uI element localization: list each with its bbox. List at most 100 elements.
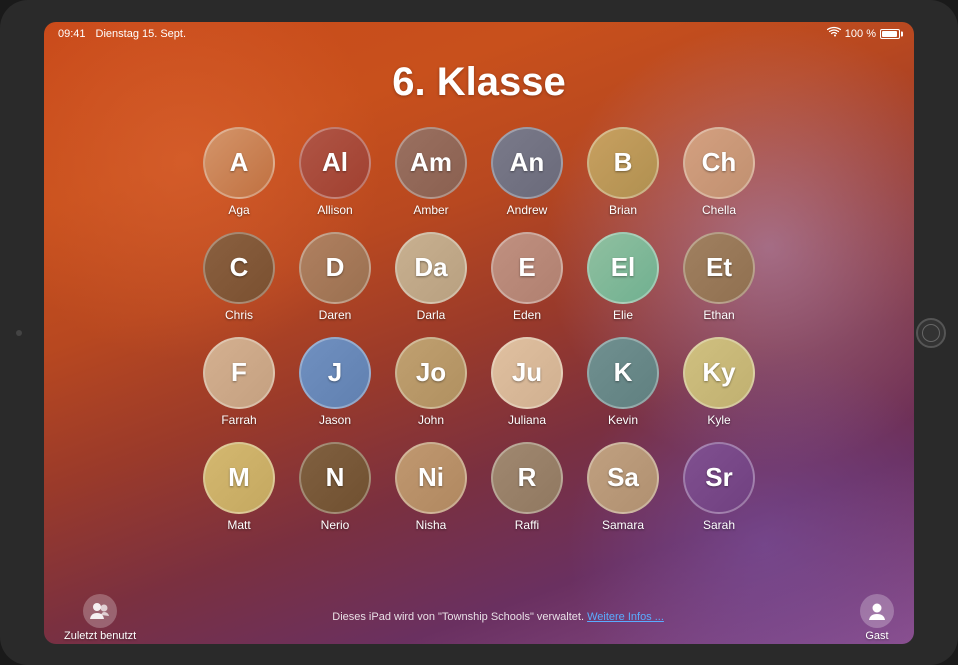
student-allison[interactable]: Al Allison bbox=[291, 123, 379, 228]
student-name-sarah: Sarah bbox=[703, 518, 735, 532]
guest-button[interactable]: Gast bbox=[860, 594, 894, 642]
guest-avatar bbox=[860, 594, 894, 628]
student-jason[interactable]: J Jason bbox=[291, 333, 379, 438]
person-group-icon bbox=[89, 601, 111, 621]
student-avatar-darla: Da bbox=[395, 232, 467, 304]
student-avatar-andrew: An bbox=[491, 127, 563, 199]
battery-fill bbox=[882, 31, 897, 37]
student-name-ethan: Ethan bbox=[703, 308, 734, 322]
student-name-andrew: Andrew bbox=[507, 203, 548, 217]
student-avatar-raffi: R bbox=[491, 442, 563, 514]
student-name-chella: Chella bbox=[702, 203, 736, 217]
student-name-amber: Amber bbox=[413, 203, 448, 217]
student-name-jason: Jason bbox=[319, 413, 351, 427]
screen: 09:41 Dienstag 15. Sept. 100 % bbox=[44, 22, 914, 644]
guest-label: Gast bbox=[865, 630, 888, 642]
student-name-brian: Brian bbox=[609, 203, 637, 217]
student-avatar-eden: E bbox=[491, 232, 563, 304]
student-avatar-jason: J bbox=[299, 337, 371, 409]
student-darla[interactable]: Da Darla bbox=[387, 228, 475, 333]
student-aga[interactable]: A Aga bbox=[195, 123, 283, 228]
student-nisha[interactable]: Ni Nisha bbox=[387, 438, 475, 543]
wifi-icon bbox=[827, 26, 841, 41]
more-info-link[interactable]: Weitere Infos ... bbox=[587, 611, 664, 623]
student-amber[interactable]: Am Amber bbox=[387, 123, 475, 228]
student-samara[interactable]: Sa Samara bbox=[579, 438, 667, 543]
student-chella[interactable]: Ch Chella bbox=[675, 123, 763, 228]
student-brian[interactable]: B Brian bbox=[579, 123, 667, 228]
student-name-farrah: Farrah bbox=[221, 413, 256, 427]
student-avatar-elie: El bbox=[587, 232, 659, 304]
student-elie[interactable]: El Elie bbox=[579, 228, 667, 333]
student-name-john: John bbox=[418, 413, 444, 427]
student-avatar-kevin: K bbox=[587, 337, 659, 409]
student-nerio[interactable]: N Nerio bbox=[291, 438, 379, 543]
main-content: 6. Klasse A Aga Al Allison Am Amber An Andrew BB… bbox=[44, 46, 914, 644]
student-raffi[interactable]: R Raffi bbox=[483, 438, 571, 543]
student-avatar-chris: C bbox=[203, 232, 275, 304]
student-name-raffi: Raffi bbox=[515, 518, 539, 532]
student-avatar-aga: A bbox=[203, 127, 275, 199]
student-avatar-amber: Am bbox=[395, 127, 467, 199]
student-avatar-chella: Ch bbox=[683, 127, 755, 199]
status-date: Dienstag 15. Sept. bbox=[96, 28, 187, 40]
status-left: 09:41 Dienstag 15. Sept. bbox=[58, 28, 186, 40]
student-name-chris: Chris bbox=[225, 308, 253, 322]
student-matt[interactable]: M Matt bbox=[195, 438, 283, 543]
student-eden[interactable]: E Eden bbox=[483, 228, 571, 333]
student-farrah[interactable]: F Farrah bbox=[195, 333, 283, 438]
bottom-bar: Zuletzt benutzt Dieses iPad wird von "To… bbox=[44, 592, 914, 644]
student-name-nisha: Nisha bbox=[416, 518, 447, 532]
student-avatar-kyle: Ky bbox=[683, 337, 755, 409]
person-icon bbox=[867, 601, 887, 621]
bottom-info-text: Dieses iPad wird von "Township Schools" … bbox=[332, 610, 664, 625]
student-name-kevin: Kevin bbox=[608, 413, 638, 427]
student-avatar-samara: Sa bbox=[587, 442, 659, 514]
student-avatar-john: Jo bbox=[395, 337, 467, 409]
student-avatar-sarah: Sr bbox=[683, 442, 755, 514]
student-name-eden: Eden bbox=[513, 308, 541, 322]
student-name-kyle: Kyle bbox=[707, 413, 730, 427]
home-button-inner bbox=[922, 324, 940, 342]
status-right: 100 % bbox=[827, 26, 900, 41]
student-avatar-allison: Al bbox=[299, 127, 371, 199]
student-sarah[interactable]: Sr Sarah bbox=[675, 438, 763, 543]
managed-by-text: Dieses iPad wird von "Township Schools" … bbox=[332, 611, 584, 623]
student-name-juliana: Juliana bbox=[508, 413, 546, 427]
camera bbox=[16, 330, 22, 336]
status-time: 09:41 bbox=[58, 28, 86, 40]
student-avatar-nisha: Ni bbox=[395, 442, 467, 514]
status-bar: 09:41 Dienstag 15. Sept. 100 % bbox=[44, 22, 914, 46]
battery-percent: 100 % bbox=[845, 28, 876, 40]
student-avatar-nerio: N bbox=[299, 442, 371, 514]
ipad-frame: 09:41 Dienstag 15. Sept. 100 % bbox=[0, 0, 958, 665]
student-avatar-ethan: Et bbox=[683, 232, 755, 304]
student-name-elie: Elie bbox=[613, 308, 633, 322]
battery-icon bbox=[880, 29, 900, 39]
students-grid: A Aga Al Allison Am Amber An Andrew B Brian Ch Chel… bbox=[195, 123, 763, 543]
last-used-avatar bbox=[83, 594, 117, 628]
student-name-allison: Allison bbox=[317, 203, 352, 217]
student-avatar-brian: B bbox=[587, 127, 659, 199]
home-button[interactable] bbox=[916, 318, 946, 348]
student-name-daren: Daren bbox=[319, 308, 352, 322]
student-name-nerio: Nerio bbox=[321, 518, 350, 532]
student-name-samara: Samara bbox=[602, 518, 644, 532]
student-avatar-farrah: F bbox=[203, 337, 275, 409]
student-daren[interactable]: D Daren bbox=[291, 228, 379, 333]
student-avatar-daren: D bbox=[299, 232, 371, 304]
student-kevin[interactable]: K Kevin bbox=[579, 333, 667, 438]
student-juliana[interactable]: JuJuliana bbox=[483, 333, 571, 438]
student-kyle[interactable]: Ky Kyle bbox=[675, 333, 763, 438]
student-ethan[interactable]: Et Ethan bbox=[675, 228, 763, 333]
student-chris[interactable]: C Chris bbox=[195, 228, 283, 333]
student-john[interactable]: Jo John bbox=[387, 333, 475, 438]
student-name-aga: Aga bbox=[228, 203, 249, 217]
last-used-button[interactable]: Zuletzt benutzt bbox=[64, 594, 136, 642]
student-name-matt: Matt bbox=[227, 518, 250, 532]
last-used-label: Zuletzt benutzt bbox=[64, 630, 136, 642]
page-title: 6. Klasse bbox=[392, 60, 565, 105]
student-andrew[interactable]: An Andrew bbox=[483, 123, 571, 228]
student-name-darla: Darla bbox=[417, 308, 446, 322]
student-avatar-matt: M bbox=[203, 442, 275, 514]
